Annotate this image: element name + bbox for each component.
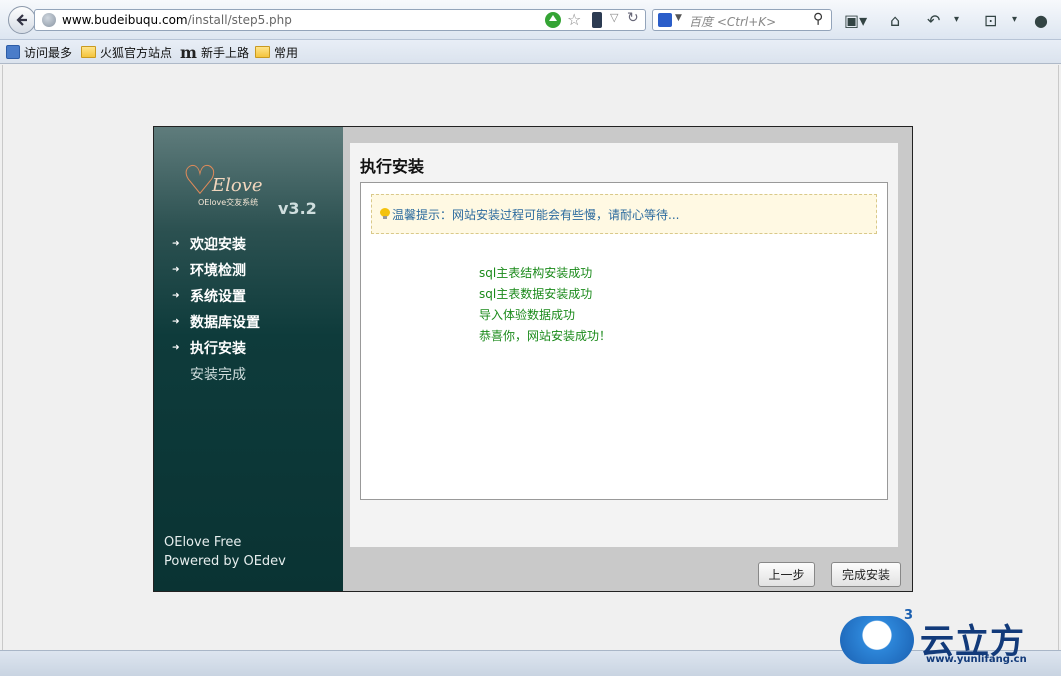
bookmarks-menu-icon[interactable]: ▣▾ — [844, 11, 867, 30]
installer-main: 执行安装 温馨提示：网站安装过程可能会有些慢，请耐心等待... sql主表结构安… — [350, 143, 898, 547]
install-steps-nav: ➜ 欢迎安装 ➜ 环境检测 ➜ 系统设置 ➜ 数据库设置 ➜ 执行安装 ➜安装完成 — [172, 231, 260, 387]
step-execute-install: ➜ 执行安装 — [172, 335, 260, 361]
search-input[interactable]: 百度 <Ctrl+K> — [689, 13, 776, 30]
address-bar[interactable]: www.budeibuqu.com/install/step5.php ☆ ▽ … — [34, 9, 646, 31]
arrow-right-icon: ➜ — [172, 265, 180, 275]
home-icon[interactable]: ⌂ — [890, 11, 900, 30]
result-line: 导入体验数据成功 — [479, 308, 576, 322]
chat-icon[interactable]: ● — [1034, 11, 1048, 30]
installer-window: ♡ Elove OElove交友系统 v3.2 ➜ 欢迎安装 ➜ 环境检测 ➜ 系统设… — [153, 126, 913, 592]
arrow-right-icon: ➜ — [172, 317, 180, 327]
bookmark-label: 火狐官方站点 — [100, 45, 173, 60]
step-database-settings: ➜ 数据库设置 — [172, 309, 260, 335]
result-line: sql主表结构安装成功 — [479, 266, 593, 280]
step-label: 安装完成 — [190, 367, 246, 383]
folder-icon — [81, 46, 96, 58]
bookmark-label: 新手上路 — [200, 45, 249, 60]
step-label: 系统设置 — [190, 289, 246, 305]
install-log-panel: 温馨提示：网站安装过程可能会有些慢，请耐心等待... sql主表结构安装成功 s… — [360, 182, 888, 500]
tip-text: 温馨提示：网站安装过程可能会有些慢，请耐心等待... — [392, 207, 680, 222]
finish-install-button[interactable]: 完成安装 — [831, 562, 901, 587]
baidu-icon[interactable] — [658, 13, 672, 27]
bookmark-label: 访问最多 — [24, 45, 73, 60]
mobile-icon[interactable] — [592, 12, 602, 28]
step-welcome: ➜ 欢迎安装 — [172, 231, 260, 257]
search-icon[interactable]: ⚲ — [813, 11, 823, 27]
history-dropdown-icon[interactable]: ▾ — [954, 14, 959, 25]
globe-icon — [42, 13, 56, 27]
step-label: 执行安装 — [190, 341, 246, 357]
install-results: sql主表结构安装成功 sql主表数据安装成功 导入体验数据成功 恭喜你，网站安… — [479, 263, 611, 347]
bookmark-star-icon[interactable]: ☆ — [567, 10, 581, 29]
version-label: v3.2 — [278, 199, 317, 218]
back-arrow-icon — [16, 14, 27, 26]
url-text[interactable]: www.budeibuqu.com/install/step5.php — [62, 13, 292, 27]
lightbulb-icon — [380, 208, 390, 220]
sidebar-footer: OElove Free Powered by OEdev — [164, 533, 286, 571]
yunlifang-watermark: 3 云立方 www.yunlifang.cn — [838, 606, 1058, 676]
search-engine-dropdown-icon[interactable]: ▼ — [675, 13, 682, 23]
installer-sidebar: ♡ Elove OElove交友系统 v3.2 ➜ 欢迎安装 ➜ 环境检测 ➜ 系统设… — [154, 127, 343, 591]
previous-step-button[interactable]: 上一步 — [758, 562, 815, 587]
step-env-check: ➜ 环境检测 — [172, 257, 260, 283]
step-label: 环境检测 — [190, 263, 246, 279]
step-install-complete: ➜安装完成 — [172, 361, 260, 387]
folder-icon — [255, 46, 270, 58]
bookmark-most-visited-icon — [6, 45, 20, 59]
bookmark-label: 常用 — [274, 45, 299, 60]
search-bar[interactable]: ▼ 百度 <Ctrl+K> ⚲ — [652, 9, 832, 31]
bookmark-getting-started[interactable]: m 新手上路 — [180, 42, 249, 62]
crop-icon[interactable]: ⊡ — [984, 11, 997, 30]
result-line: 恭喜你，网站安装成功！ — [479, 329, 612, 343]
dropdown-icon[interactable]: ▽ — [610, 11, 618, 24]
arrow-right-icon: ➜ — [172, 239, 180, 249]
page-title: 执行安装 — [360, 157, 425, 176]
arrow-right-icon: ➜ — [172, 291, 180, 301]
tools-dropdown-icon[interactable]: ▾ — [1012, 14, 1017, 25]
undo-icon[interactable]: ↶ — [927, 11, 940, 30]
back-button[interactable] — [8, 6, 36, 34]
step-system-settings: ➜ 系统设置 — [172, 283, 260, 309]
watermark-url: www.yunlifang.cn — [926, 654, 1027, 665]
logo-script: Elove — [212, 175, 263, 196]
go-icon[interactable] — [545, 12, 561, 28]
reload-icon[interactable]: ↻ — [627, 10, 639, 26]
cloud-logo-icon — [840, 616, 914, 664]
bookmark-most-visited[interactable]: 访问最多 — [6, 43, 72, 61]
footer-powered-by: Powered by OEdev — [164, 554, 286, 569]
tip-banner: 温馨提示：网站安装过程可能会有些慢，请耐心等待... — [371, 194, 877, 234]
footer-product: OElove Free — [164, 535, 242, 550]
watermark-superscript: 3 — [904, 608, 914, 623]
arrow-right-icon: ➜ — [172, 343, 180, 353]
url-path: /install/step5.php — [187, 13, 292, 27]
step-label: 欢迎安装 — [190, 237, 246, 253]
m-icon: m — [180, 42, 197, 62]
bookmarks-bar: 访问最多 火狐官方站点 m 新手上路 常用 — [0, 40, 1061, 64]
url-host: www.budeibuqu.com — [62, 13, 188, 27]
browser-toolbar: www.budeibuqu.com/install/step5.php ☆ ▽ … — [0, 0, 1061, 40]
logo-text: OElove交友系统 — [198, 198, 259, 207]
step-label: 数据库设置 — [190, 315, 260, 331]
bookmark-firefox-site[interactable]: 火狐官方站点 — [81, 43, 172, 61]
result-line: sql主表数据安装成功 — [479, 287, 593, 301]
bookmark-common[interactable]: 常用 — [255, 43, 298, 61]
